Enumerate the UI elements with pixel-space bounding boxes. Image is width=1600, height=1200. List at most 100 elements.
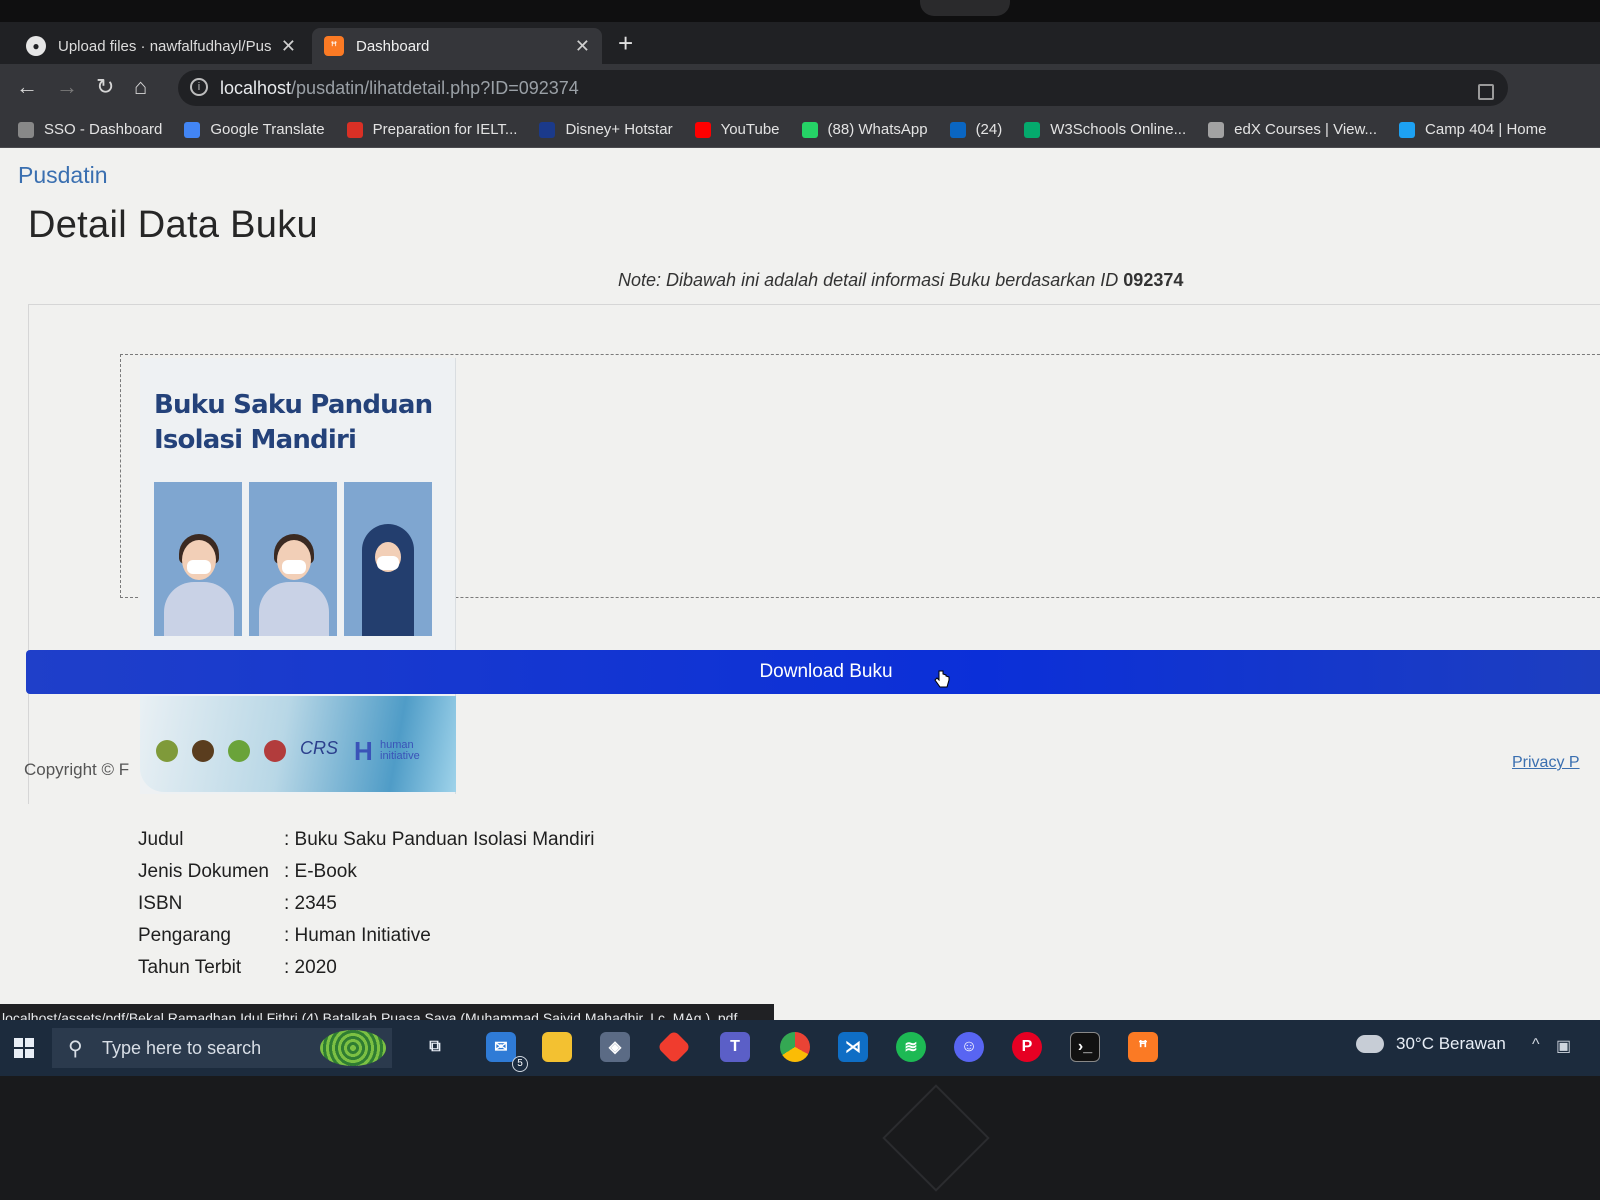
detail-value: : E-Book <box>284 861 357 882</box>
git-icon[interactable] <box>657 1030 691 1064</box>
discord-icon[interactable]: ☺ <box>954 1032 984 1062</box>
chrome-icon[interactable] <box>780 1032 810 1062</box>
back-arrow-icon[interactable]: ← <box>16 74 38 100</box>
weather-text: 30°C Berawan <box>1396 1034 1506 1053</box>
taskbar-search[interactable]: ⚲ Type here to search <box>52 1028 392 1068</box>
bookmark-item[interactable]: (24) <box>949 121 1003 138</box>
tab-title: Dashboard <box>356 37 430 55</box>
new-tab-button[interactable]: + <box>618 28 633 59</box>
bookmark-favicon-icon <box>1024 121 1041 138</box>
site-info-icon[interactable]: i <box>190 78 208 96</box>
bookmark-label: edX Courses | View... <box>1234 121 1378 138</box>
organization-logo-icon <box>264 740 286 762</box>
url-text[interactable]: localhost/pusdatin/lihatdetail.php?ID=09… <box>220 78 579 99</box>
detail-row-tahun: Tahun Terbit : 2020 <box>138 952 595 984</box>
weather-widget[interactable]: 30°C Berawan <box>1356 1034 1506 1054</box>
file-explorer-icon[interactable] <box>542 1032 572 1062</box>
browser-tabstrip: ● Upload files · nawfalfudhayl/Pus ✕ ꟸ D… <box>0 22 1600 64</box>
detail-row-pengarang: Pengarang: Human Initiative <box>138 920 595 952</box>
tab-upload-files[interactable]: ● Upload files · nawfalfudhayl/Pus ✕ <box>14 28 308 64</box>
bookmark-item[interactable]: SSO - Dashboard <box>18 121 162 138</box>
laptop-bezel-bottom <box>0 1076 1600 1200</box>
windows-start-icon[interactable] <box>14 1038 34 1058</box>
mail-icon[interactable]: ✉ <box>486 1032 516 1062</box>
bookmark-item[interactable]: YouTube <box>694 121 780 138</box>
organization-logo-icon <box>228 740 250 762</box>
bookmark-item[interactable]: Preparation for IELT... <box>346 121 518 138</box>
mail-badge: 5 <box>512 1056 528 1072</box>
privacy-link[interactable]: Privacy P <box>1512 754 1580 772</box>
bookmark-label: (24) <box>975 121 1003 138</box>
bookmark-label: SSO - Dashboard <box>44 121 163 138</box>
bookmark-favicon-icon <box>1208 121 1225 138</box>
browser-toolbar: ← → ↻ ⌂ i localhost/pusdatin/lihatdetail… <box>0 64 1600 112</box>
detail-note: Note: Dibawah ini adalah detail informas… <box>618 270 1183 291</box>
pinterest-icon[interactable]: P <box>1012 1032 1042 1062</box>
human-initiative-text: human initiative <box>380 739 420 762</box>
bookmark-favicon-icon <box>539 121 556 138</box>
bookmark-item[interactable]: edX Courses | View... <box>1208 121 1377 138</box>
bookmark-label: YouTube <box>720 121 780 138</box>
bookmarks-bar: SSO - Dashboard Google Translate Preparati… <box>0 112 1600 148</box>
navbar-brand[interactable]: Pusdatin <box>18 162 108 189</box>
human-initiative-logo-icon: H <box>354 736 373 766</box>
detail-key: Tahun Terbit <box>138 957 242 978</box>
bookmark-label: (88) WhatsApp <box>827 121 928 138</box>
page-title: Detail Data Buku <box>28 204 318 246</box>
bookmark-favicon-icon <box>949 121 966 138</box>
network-icon[interactable]: ▣ <box>1556 1036 1571 1056</box>
spotify-icon[interactable]: ≋ <box>896 1032 926 1062</box>
tab-title: Upload files · nawfalfudhayl/Pus <box>58 37 272 55</box>
book-details: Judul: Buku Saku Panduan Isolasi Mandiri… <box>138 824 595 984</box>
share-icon[interactable] <box>1478 84 1494 100</box>
crs-logo: CRS <box>300 738 339 758</box>
bookmark-favicon-icon <box>184 121 201 138</box>
forward-arrow-icon[interactable]: → <box>56 74 78 100</box>
bookmark-label: Preparation for IELT... <box>372 121 518 138</box>
detail-value: : 2020 <box>284 957 337 978</box>
search-icon: ⚲ <box>68 1038 83 1060</box>
download-book-button[interactable]: Download Buku <box>26 650 1600 694</box>
tab-dashboard[interactable]: ꟸ Dashboard ✕ <box>312 28 602 64</box>
bookmark-favicon-icon <box>18 121 34 138</box>
cover-illustration-hijab-woman <box>344 482 432 636</box>
url-host: localhost <box>220 78 292 98</box>
address-bar[interactable]: i localhost/pusdatin/lihatdetail.php?ID=… <box>178 70 1508 106</box>
detail-value: : Human Initiative <box>284 925 431 946</box>
cover-illustration-girl <box>154 482 242 636</box>
detail-value: : Buku Saku Panduan Isolasi Mandiri <box>284 829 595 850</box>
virtualbox-icon[interactable]: ◈ <box>600 1032 630 1062</box>
windows-taskbar: ⚲ Type here to search ⧉ ✉ 5 ◈ T ⋊ ≋ ☺ P … <box>0 1020 1600 1076</box>
bookmark-favicon-icon <box>801 121 818 138</box>
webcam <box>920 0 1010 16</box>
reload-icon[interactable]: ↻ <box>96 74 114 100</box>
screen-bezel-top <box>0 0 1600 22</box>
teams-icon[interactable]: T <box>720 1032 750 1062</box>
bookmark-item[interactable]: W3Schools Online... <box>1024 121 1186 138</box>
close-tab-icon[interactable]: ✕ <box>575 36 590 57</box>
laptop-logo-icon <box>882 1084 990 1192</box>
terminal-icon[interactable]: ›_ <box>1070 1032 1100 1062</box>
detail-key: Jenis Dokumen <box>138 861 269 882</box>
chevron-up-icon[interactable]: ^ <box>1532 1036 1540 1054</box>
footer-copyright: Copyright © F <box>24 760 130 779</box>
bookmark-item[interactable]: Disney+ Hotstar <box>539 121 673 138</box>
detail-value: : 2345 <box>284 893 337 914</box>
bookmark-label: Google Translate <box>210 121 325 138</box>
close-tab-icon[interactable]: ✕ <box>281 36 296 57</box>
bookmark-item[interactable]: Google Translate <box>184 121 325 138</box>
task-view-icon[interactable]: ⧉ <box>420 1032 450 1062</box>
bookmark-item[interactable]: Camp 404 | Home <box>1399 121 1546 138</box>
search-highlight-icon[interactable] <box>320 1030 386 1066</box>
home-icon[interactable]: ⌂ <box>134 74 147 100</box>
xampp-icon[interactable]: ꟸ <box>1128 1032 1158 1062</box>
cover-title-line1: Buku Saku Panduan <box>154 390 433 420</box>
github-icon: ● <box>26 36 46 56</box>
cover-illustration-woman <box>249 482 337 636</box>
note-id: 092374 <box>1123 270 1184 290</box>
cover-title: Buku Saku Panduan Isolasi Mandiri <box>154 388 433 458</box>
bookmark-favicon-icon <box>346 121 363 138</box>
bookmark-item[interactable]: (88) WhatsApp <box>801 121 928 138</box>
vscode-icon[interactable]: ⋊ <box>838 1032 868 1062</box>
note-text: Note: Dibawah ini adalah detail informas… <box>618 270 1119 290</box>
